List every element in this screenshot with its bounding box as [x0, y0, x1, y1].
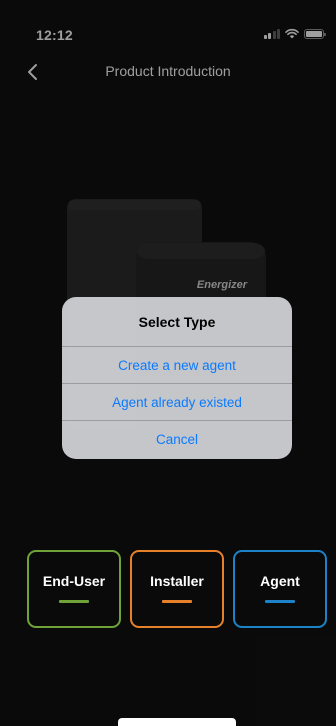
user-type-selector: End-User Installer Agent — [27, 550, 327, 628]
type-card-installer[interactable]: Installer — [130, 550, 224, 628]
dialog-title: Select Type — [62, 297, 292, 347]
type-color-bar — [265, 600, 295, 603]
type-card-label: End-User — [42, 573, 106, 589]
home-indicator — [118, 718, 236, 726]
type-color-bar — [59, 600, 89, 603]
create-new-agent-button[interactable]: Create a new agent — [62, 347, 292, 384]
cancel-button[interactable]: Cancel — [62, 421, 292, 458]
type-card-agent[interactable]: Agent — [233, 550, 327, 628]
type-card-label: Installer — [150, 573, 204, 589]
type-card-label: Agent — [260, 573, 300, 589]
select-type-dialog: Select Type Create a new agent Agent alr… — [62, 297, 292, 459]
agent-already-existed-button[interactable]: Agent already existed — [62, 384, 292, 421]
type-color-bar — [162, 600, 192, 603]
type-card-end-user[interactable]: End-User — [27, 550, 121, 628]
